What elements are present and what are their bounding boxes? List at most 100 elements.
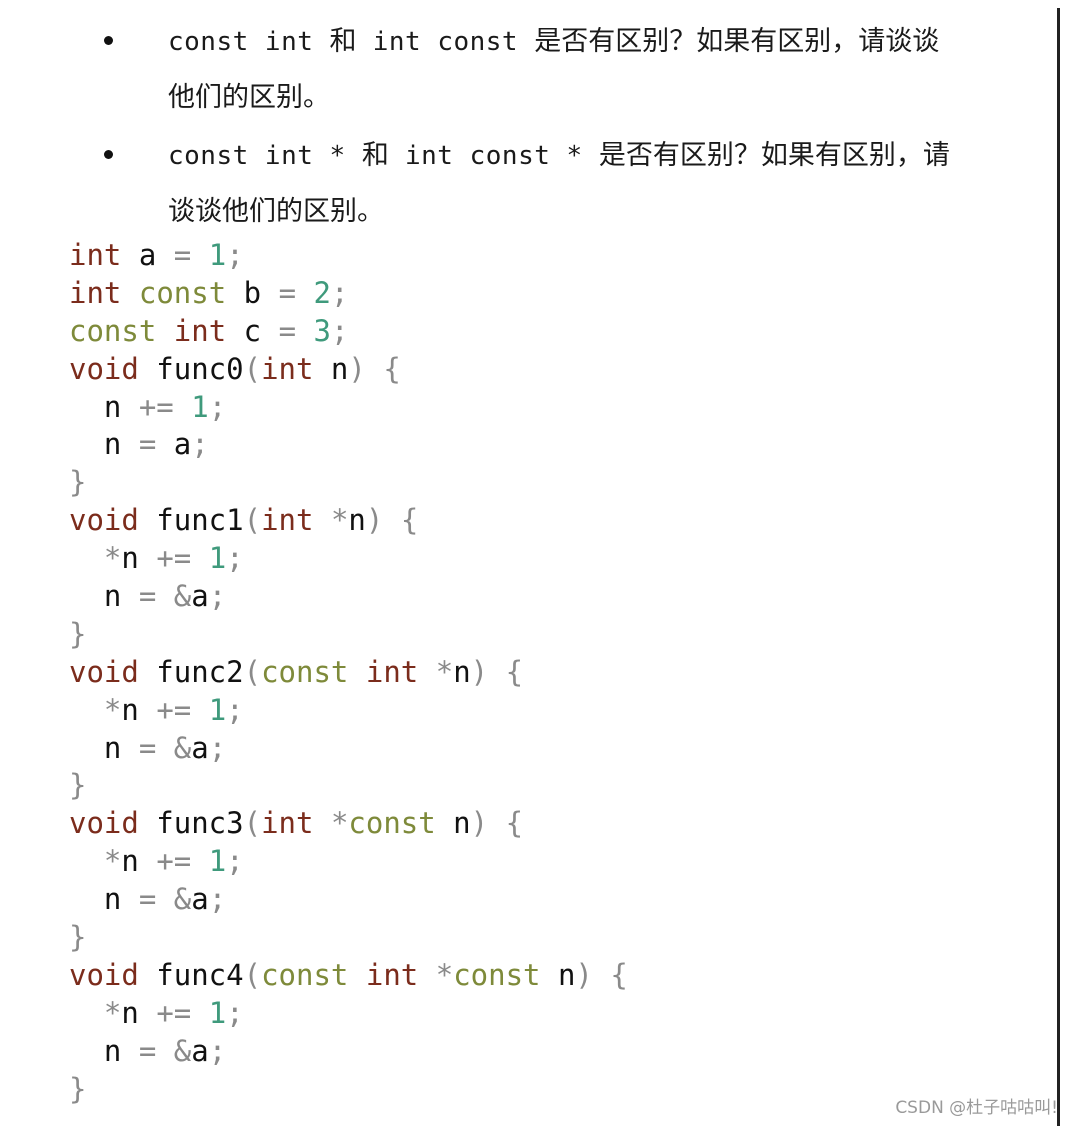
question-text-code: const int xyxy=(168,27,330,57)
code-token-punc: } xyxy=(69,920,87,955)
code-token-const: const xyxy=(261,957,349,992)
code-token-punc: ( xyxy=(243,806,262,841)
code-token-id xyxy=(488,806,505,840)
code-token-id xyxy=(383,503,400,537)
code-token-id: n xyxy=(453,654,471,689)
code-token-punc: * xyxy=(330,503,349,538)
code-token-punc: } xyxy=(69,616,87,651)
code-token-punc: ; xyxy=(208,1033,227,1068)
code-token-punc: & xyxy=(173,882,192,917)
code-token-punc: ; xyxy=(226,995,244,1030)
code-token-id xyxy=(69,844,104,878)
code-token-id: n xyxy=(121,995,157,1030)
question-text-cjk: 谈谈他们的区别。 xyxy=(168,196,384,227)
code-line: void func1(int *n) { xyxy=(69,501,628,539)
code-token-kw: int xyxy=(69,275,122,310)
code-token-id xyxy=(313,806,330,840)
code-token-punc: } xyxy=(69,465,87,500)
question-text-code: int const xyxy=(356,27,535,57)
code-line: n = &a; xyxy=(69,577,628,615)
code-token-id: func0 xyxy=(138,351,244,386)
code-line: void func4(const int *const n) { xyxy=(69,956,628,994)
code-token-num: 1 xyxy=(208,238,227,272)
bullet-dot-icon xyxy=(104,36,113,45)
code-token-id: a xyxy=(191,579,209,614)
question-text-code: int const * xyxy=(388,141,599,171)
code-token-id xyxy=(418,958,435,992)
code-token-punc: { xyxy=(610,957,628,992)
code-token-kw: void xyxy=(69,351,139,386)
code-token-punc: * xyxy=(103,541,122,576)
code-token-punc: = xyxy=(138,427,157,462)
code-token-id xyxy=(156,882,173,916)
code-line: *n += 1; xyxy=(69,994,628,1032)
code-token-id: n xyxy=(435,806,471,841)
code-token-punc: { xyxy=(505,806,524,841)
code-line: *n += 1; xyxy=(69,691,628,729)
code-token-id: n xyxy=(69,882,139,917)
question-list: const int 和 int const 是否有区别？如果有区别，请谈谈 他们的… xyxy=(0,14,1050,242)
code-token-id: n xyxy=(348,503,366,538)
code-token-id xyxy=(69,541,104,575)
code-token-num: 1 xyxy=(208,844,227,879)
code-token-punc: ( xyxy=(243,654,262,689)
code-token-num: 1 xyxy=(191,389,209,424)
question-text-line: 他们的区别。 xyxy=(168,70,1050,126)
question-text-code: const int * xyxy=(168,141,362,171)
code-token-id xyxy=(121,276,138,310)
code-token-id xyxy=(418,655,435,689)
vertical-rule xyxy=(1057,8,1060,1126)
code-token-id xyxy=(348,655,365,689)
code-token-const: const xyxy=(138,275,227,310)
code-line: *n += 1; xyxy=(69,842,628,880)
code-token-id xyxy=(296,314,313,348)
code-token-num: 3 xyxy=(313,313,331,348)
code-token-id: n xyxy=(313,351,349,386)
code-token-num: 2 xyxy=(313,275,331,310)
code-token-punc: += xyxy=(156,844,192,879)
code-token-const: const xyxy=(69,313,157,348)
code-token-id xyxy=(156,579,173,613)
code-token-punc: ; xyxy=(226,844,244,879)
code-token-punc: & xyxy=(173,730,192,765)
code-token-id: n xyxy=(121,541,157,576)
code-token-punc: ; xyxy=(226,541,244,576)
code-token-punc: { xyxy=(383,351,401,386)
code-token-id xyxy=(174,390,191,424)
code-token-punc: & xyxy=(173,1033,192,1068)
code-token-punc: ) xyxy=(575,957,593,992)
code-token-id: n xyxy=(121,844,157,879)
code-token-punc: & xyxy=(173,579,192,614)
code-token-punc: ; xyxy=(208,579,227,614)
code-token-punc: ; xyxy=(208,730,227,765)
code-token-punc: += xyxy=(156,692,192,727)
code-token-punc: * xyxy=(103,692,122,727)
code-token-id: n xyxy=(69,579,139,614)
code-token-id xyxy=(488,655,505,689)
code-line: int a = 1; xyxy=(69,236,628,274)
code-token-punc: = xyxy=(138,1033,157,1068)
code-token-id xyxy=(313,503,330,537)
code-token-id xyxy=(191,693,208,727)
code-token-punc: * xyxy=(103,995,122,1030)
code-token-id: a xyxy=(121,238,174,272)
code-token-const: const xyxy=(453,957,541,992)
code-token-punc: = xyxy=(278,275,297,310)
question-text-cjk: 是否有区别？如果有区别，请谈谈 xyxy=(534,26,940,57)
code-line: } xyxy=(69,463,628,501)
code-token-id: func1 xyxy=(138,503,244,538)
code-token-punc: ) xyxy=(470,654,489,689)
code-block: int a = 1; int const b = 2; const int c = … xyxy=(69,236,628,1107)
question-text-cjk: 他们的区别。 xyxy=(168,82,330,113)
code-line: void func3(int *const n) { xyxy=(69,804,628,842)
code-token-punc: = xyxy=(138,579,157,614)
code-token-id xyxy=(156,731,173,765)
code-line: int const b = 2; xyxy=(69,274,628,312)
code-token-const: const xyxy=(348,806,436,841)
code-token-id: b xyxy=(226,275,279,310)
code-token-id: n xyxy=(69,389,139,424)
code-token-punc: { xyxy=(400,503,419,538)
code-token-punc: ; xyxy=(226,238,244,272)
code-token-id: n xyxy=(540,957,576,992)
code-token-id: func4 xyxy=(138,957,244,992)
